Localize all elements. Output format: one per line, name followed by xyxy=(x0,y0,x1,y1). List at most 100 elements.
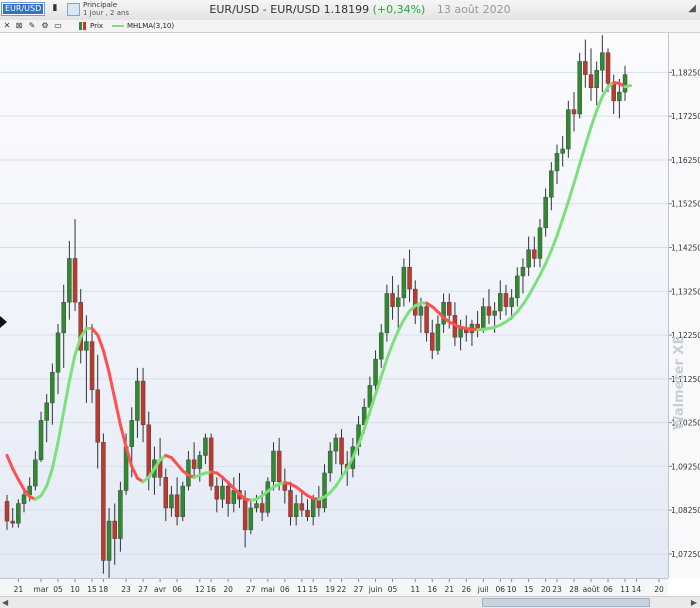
candle-body xyxy=(390,293,395,307)
x-tick-label: 19 xyxy=(325,585,335,594)
y-tick-label: 1,14250 xyxy=(671,243,700,252)
x-tick-label: 06 xyxy=(280,585,290,594)
candle-body xyxy=(617,91,622,102)
candle-body xyxy=(430,332,435,351)
candle-body xyxy=(231,490,237,504)
x-tick-label: 20 xyxy=(541,585,551,594)
candle-body xyxy=(61,301,66,334)
candle-body xyxy=(214,485,220,500)
candle-body xyxy=(276,450,282,482)
candle-body xyxy=(401,266,407,299)
x-tick-label: 15 xyxy=(524,585,534,594)
ma-segment xyxy=(595,94,604,112)
candle-body xyxy=(33,459,38,487)
ma-segment xyxy=(67,353,77,383)
candle-body xyxy=(594,69,599,88)
chart-plot-area[interactable] xyxy=(0,33,668,578)
zoom-icon[interactable]: ⊠ xyxy=(14,21,24,31)
candle-body xyxy=(526,249,531,268)
x-tick-label: 14 xyxy=(632,585,642,594)
candle-body xyxy=(554,153,560,172)
x-tick-label: 12 xyxy=(195,585,205,594)
x-tick-label: 16 xyxy=(206,585,216,594)
ma-segment xyxy=(566,181,576,204)
ma-segment xyxy=(113,397,122,427)
candle-body xyxy=(10,520,15,524)
price-change: (+0,34%) xyxy=(372,3,426,16)
symbol-input[interactable]: EUR/USD xyxy=(1,2,45,16)
candle-body xyxy=(208,437,214,487)
candle-legend-icon xyxy=(79,21,87,31)
bar-chart-icon[interactable]: ▮ xyxy=(49,3,61,15)
ma-segment xyxy=(538,262,548,277)
x-tick-label: 06 xyxy=(603,585,613,594)
ma-segment xyxy=(578,144,587,166)
candle-body xyxy=(254,503,259,509)
candle-body xyxy=(248,507,254,531)
candle-body xyxy=(259,503,265,513)
ma-segment xyxy=(402,309,412,322)
candle-body xyxy=(38,420,44,461)
horizontal-scrollbar[interactable]: ◀ ▶ xyxy=(0,596,700,608)
candle-body xyxy=(242,498,248,531)
candle-body xyxy=(583,61,588,75)
x-tick-label: avr xyxy=(154,585,167,594)
x-tick-label: 06 xyxy=(496,585,506,594)
candle-body xyxy=(305,509,310,517)
candle-body xyxy=(605,52,611,84)
ma-segment xyxy=(39,484,49,498)
x-tick-label: 11 xyxy=(620,585,630,594)
ma-segment xyxy=(521,294,531,306)
x-tick-label: 27 xyxy=(138,585,148,594)
candle-body xyxy=(560,148,565,154)
candle-body xyxy=(89,341,95,391)
candle-body xyxy=(293,503,299,517)
draw-icon[interactable]: ✎ xyxy=(27,21,37,31)
candle-body xyxy=(322,472,327,509)
candle-body xyxy=(577,61,582,115)
candle-body xyxy=(265,481,271,513)
x-tick-label: 11 xyxy=(297,585,307,594)
candle-body xyxy=(435,323,441,351)
candle-body xyxy=(600,52,605,71)
candle-body xyxy=(407,266,412,290)
ma-segment xyxy=(334,475,344,488)
candle-body xyxy=(424,306,429,334)
x-tick-label: 28 xyxy=(569,585,579,594)
scroll-right-icon[interactable]: ▶ xyxy=(691,597,697,608)
window-icon[interactable]: ▭ xyxy=(53,21,63,31)
cursor-arrow-icon xyxy=(0,316,7,328)
ma-segment xyxy=(11,467,20,482)
candle-body xyxy=(129,420,134,447)
candle-body xyxy=(146,424,151,478)
candle-body xyxy=(333,437,339,452)
date-axis: 21 mar 05 10 15 18 23 27 avr 06 12 16 20 27 mai 06 11 15 1… xyxy=(0,578,687,596)
ma-segment xyxy=(385,342,395,361)
x-tick-label: 11 xyxy=(410,585,420,594)
settings-icon[interactable]: ⚙ xyxy=(40,21,50,31)
window-title: EUR/USD - EUR/USD 1.18199 (+0,34%) 13 ao… xyxy=(160,0,560,20)
tools-icon[interactable]: ✕ xyxy=(2,21,12,31)
y-tick-label: 1,09250 xyxy=(671,462,700,471)
candle-body xyxy=(458,328,463,338)
x-tick-label: mar xyxy=(34,585,50,594)
layout-selector[interactable]: Principale 1 Jour , 2 ans xyxy=(67,1,145,19)
ma-segment xyxy=(555,217,565,238)
candle-body xyxy=(384,293,390,334)
x-tick-label: 20 xyxy=(223,585,233,594)
quote-date: 13 août 2020 xyxy=(436,3,511,16)
x-tick-label: 23 xyxy=(552,585,562,594)
layout-period: 1 Jour , 2 ans xyxy=(83,9,130,17)
expand-arrow-icon[interactable]: ◢ xyxy=(688,3,696,14)
candle-body xyxy=(310,498,316,517)
candle-body xyxy=(481,306,486,329)
scrollbar-thumb[interactable] xyxy=(482,598,650,607)
price-chart xyxy=(0,35,668,578)
ma-segment xyxy=(572,162,582,185)
candle-body xyxy=(67,258,72,303)
candle-body xyxy=(225,485,231,504)
scroll-left-icon[interactable]: ◀ xyxy=(2,597,8,608)
ma-segment xyxy=(379,357,389,379)
candle-body xyxy=(486,306,492,316)
candle-body xyxy=(378,332,384,360)
